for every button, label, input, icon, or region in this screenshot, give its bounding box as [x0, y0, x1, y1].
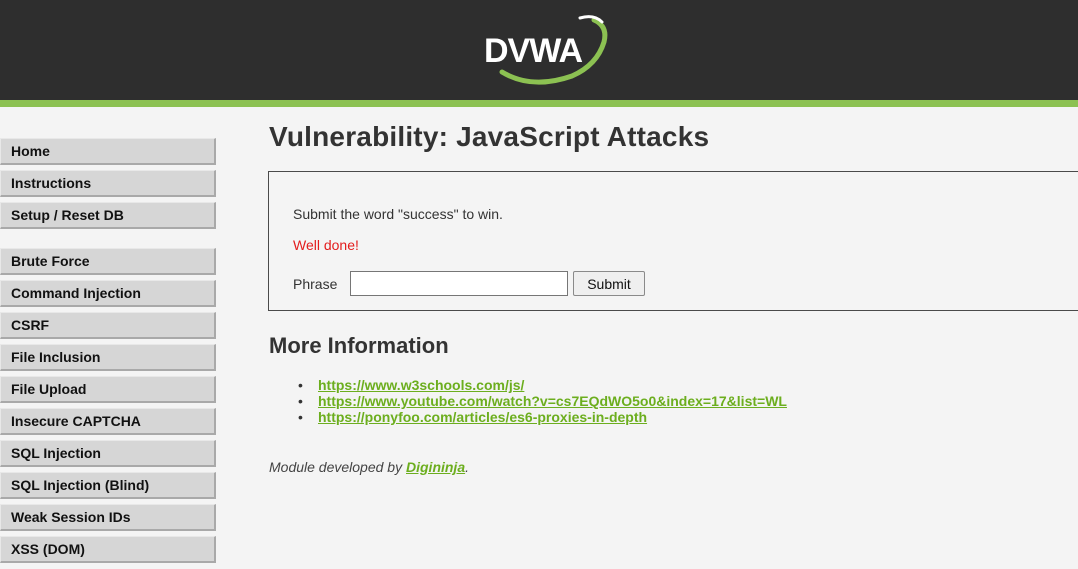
menu-item-insecure-captcha[interactable]: Insecure CAPTCHA: [0, 408, 216, 435]
menu-block-vulnerabilities: Brute Force Command Injection CSRF File …: [0, 248, 218, 563]
menu-block-general: Home Instructions Setup / Reset DB: [0, 138, 218, 229]
credit-prefix: Module developed by: [269, 459, 406, 475]
phrase-input[interactable]: [350, 271, 568, 296]
submit-button[interactable]: Submit: [573, 271, 645, 296]
result-message: Well done!: [293, 237, 359, 253]
phrase-label: Phrase: [293, 276, 338, 292]
credit-suffix: .: [465, 459, 470, 475]
menu-item-sql-injection[interactable]: SQL Injection: [0, 440, 216, 467]
menu-item-csrf[interactable]: CSRF: [0, 312, 216, 339]
menu-item-setup-reset-db[interactable]: Setup / Reset DB: [0, 202, 216, 229]
dvwa-logo[interactable]: DVWA: [462, 10, 612, 90]
module-credit: Module developed by Digininja.: [269, 459, 469, 475]
link-w3schools[interactable]: https://www.w3schools.com/js/: [318, 377, 524, 393]
credit-author-link[interactable]: Digininja: [406, 459, 465, 475]
link-youtube[interactable]: https://www.youtube.com/watch?v=cs7EQdWO…: [318, 393, 787, 409]
list-item: • https://www.w3schools.com/js/: [298, 377, 787, 393]
bullet-icon: •: [298, 377, 303, 393]
instruction-text: Submit the word "success" to win.: [293, 206, 503, 222]
link-ponyfoo[interactable]: https://ponyfoo.com/articles/es6-proxies…: [318, 409, 647, 425]
page-title: Vulnerability: JavaScript Attacks: [269, 121, 710, 152]
vulnerability-form-box: Submit the word "success" to win. Well d…: [268, 171, 1078, 311]
menu-item-xss-dom[interactable]: XSS (DOM): [0, 536, 216, 563]
sidebar-menu: Home Instructions Setup / Reset DB Brute…: [0, 138, 218, 568]
bullet-icon: •: [298, 409, 303, 425]
menu-item-sql-injection-blind[interactable]: SQL Injection (Blind): [0, 472, 216, 499]
menu-item-instructions[interactable]: Instructions: [0, 170, 216, 197]
more-information-links: • https://www.w3schools.com/js/ • https:…: [298, 377, 787, 425]
menu-item-file-upload[interactable]: File Upload: [0, 376, 216, 403]
menu-item-home[interactable]: Home: [0, 138, 216, 165]
svg-text:DVWA: DVWA: [484, 32, 582, 70]
menu-item-weak-session-ids[interactable]: Weak Session IDs: [0, 504, 216, 531]
list-item: • https://ponyfoo.com/articles/es6-proxi…: [298, 409, 787, 425]
menu-item-command-injection[interactable]: Command Injection: [0, 280, 216, 307]
more-information-heading: More Information: [269, 333, 449, 358]
header-bar: DVWA: [0, 0, 1078, 100]
header-accent-stripe: [0, 100, 1078, 107]
menu-item-file-inclusion[interactable]: File Inclusion: [0, 344, 216, 371]
bullet-icon: •: [298, 393, 303, 409]
menu-item-brute-force[interactable]: Brute Force: [0, 248, 216, 275]
list-item: • https://www.youtube.com/watch?v=cs7EQd…: [298, 393, 787, 409]
